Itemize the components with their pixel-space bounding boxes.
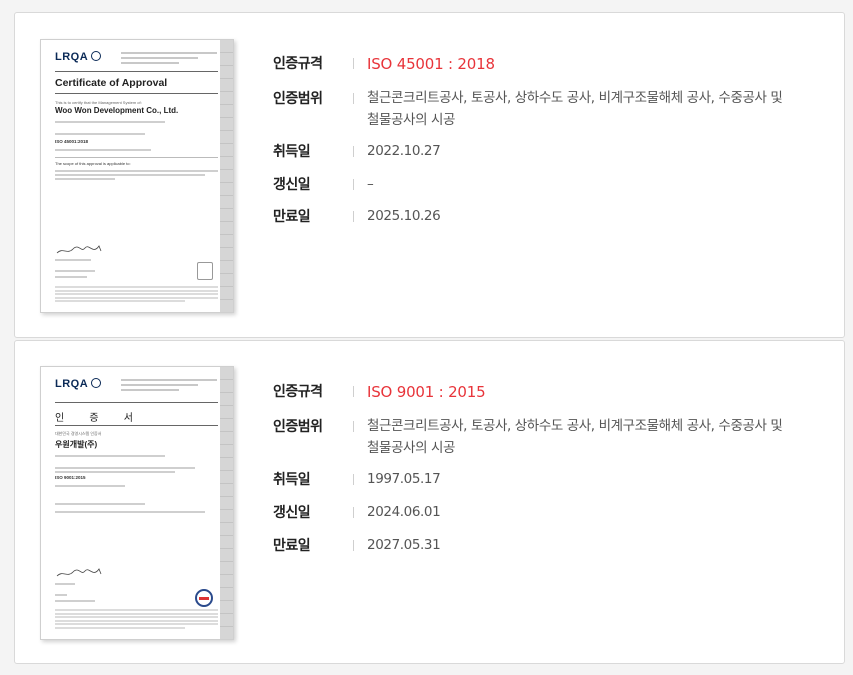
label-expires: 만료일 (273, 538, 311, 554)
certificate-fine-print (55, 286, 218, 304)
certificate-scope-line (55, 178, 115, 180)
signature (56, 568, 102, 577)
signature (56, 245, 102, 254)
value-standard: ISO 9001 : 2015 (367, 383, 486, 401)
signatory-name (55, 259, 91, 261)
certificate-rule (55, 425, 218, 426)
certificate-number (55, 485, 125, 487)
divider (353, 179, 354, 190)
label-acquired: 취득일 (273, 472, 311, 488)
certificate-company: 우원개발(주) (55, 440, 98, 449)
label-expires: 만료일 (273, 209, 311, 225)
value-scope: 철근콘크리트공사, 토공사, 상하수도 공사, 비계구조물해체 공사, 수중공사… (367, 90, 783, 128)
certificate-approved-text (55, 467, 195, 469)
certificate-title: Certificate of Approval (55, 77, 168, 89)
certificate-intro: This is to certify that the Management S… (55, 100, 142, 105)
value-expires: 2027.05.31 (367, 537, 441, 553)
lrqa-logo-mark-icon (91, 378, 101, 388)
certificate-header-text (121, 52, 217, 67)
certificate-card-2: LRQA 인 증 서 대한민국 경영시스템 인증서 우원개발(주) ISO 90… (14, 340, 845, 664)
certificate-address (55, 455, 165, 457)
certificate-edge (220, 40, 233, 312)
certificate-standard: ISO 9001:2015 (55, 475, 86, 480)
certificate-header-text (121, 379, 217, 394)
certificate-thumbnail-iso9001[interactable]: LRQA 인 증 서 대한민국 경영시스템 인증서 우원개발(주) ISO 90… (40, 366, 234, 640)
divider (353, 58, 354, 69)
label-standard: 인증규격 (273, 56, 323, 72)
divider (353, 211, 354, 222)
ukas-badge-icon (195, 589, 213, 607)
certificate-fine-print (55, 609, 218, 630)
label-renewed: 갱신일 (273, 505, 311, 521)
certificate-rule (55, 157, 218, 158)
value-expires: 2025.10.26 (367, 208, 441, 224)
value-standard: ISO 45001 : 2018 (367, 55, 495, 73)
certificate-edge (220, 367, 233, 639)
certificate-scope-line (55, 511, 205, 513)
label-scope: 인증범위 (273, 419, 323, 435)
signatory-title (55, 594, 67, 596)
value-acquired: 1997.05.17 (367, 471, 441, 487)
certificate-card-1: LRQA Certificate of Approval This is to … (14, 12, 845, 338)
signatory-org (55, 600, 95, 602)
certificate-intro: 대한민국 경영시스템 인증서 (55, 431, 102, 436)
value-renewed: – (367, 176, 374, 192)
certificate-rule (55, 71, 218, 72)
certificate-rule (55, 93, 218, 94)
value-acquired: 2022.10.27 (367, 143, 441, 159)
divider (353, 146, 354, 157)
label-standard: 인증규격 (273, 384, 323, 400)
divider (353, 386, 354, 397)
certificate-scope-line (55, 503, 145, 505)
value-renewed: 2024.06.01 (367, 504, 441, 520)
certificate-rule (55, 402, 218, 403)
label-acquired: 취득일 (273, 144, 311, 160)
certificate-company: Woo Won Development Co., Ltd. (55, 106, 179, 115)
certificate-scope-heading: The scope of this approval is applicable… (55, 161, 131, 166)
certificate-approved-text (55, 471, 175, 473)
divider (353, 421, 354, 432)
label-scope: 인증범위 (273, 91, 323, 107)
signatory-title (55, 270, 95, 272)
certificate-number (55, 149, 151, 151)
signatory-org (55, 276, 87, 278)
signatory-name (55, 583, 75, 585)
certificate-title: 인 증 서 (55, 413, 144, 424)
divider (353, 93, 354, 104)
lrqa-logo-mark-icon (91, 51, 101, 61)
divider (353, 474, 354, 485)
certificate-approved-text (55, 133, 145, 135)
label-renewed: 갱신일 (273, 177, 311, 193)
accreditation-badge-icon (197, 262, 213, 280)
lrqa-logo: LRQA (55, 378, 89, 390)
certificate-standard: ISO 45001:2018 (55, 139, 89, 144)
divider (353, 507, 354, 518)
certificate-thumbnail-iso45001[interactable]: LRQA Certificate of Approval This is to … (40, 39, 234, 313)
divider (353, 540, 354, 551)
certificate-address (55, 121, 165, 123)
certificate-scope-line (55, 170, 218, 172)
value-scope: 철근콘크리트공사, 토공사, 상하수도 공사, 비계구조물해체 공사, 수중공사… (367, 418, 783, 456)
lrqa-logo: LRQA (55, 51, 89, 63)
certificate-scope-line (55, 174, 205, 176)
